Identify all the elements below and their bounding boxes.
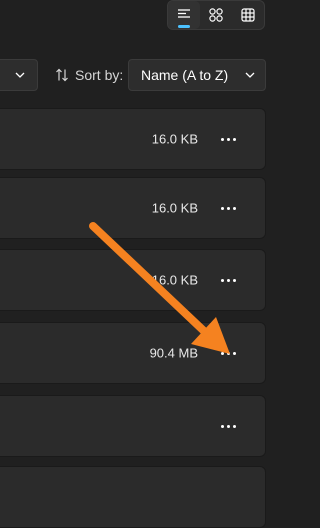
details-view-button[interactable]	[168, 1, 200, 29]
more-options-icon	[220, 278, 224, 282]
more-options-icon	[220, 424, 224, 428]
file-row[interactable]: 90.4 MB	[0, 322, 266, 384]
file-row[interactable]	[0, 466, 266, 528]
details-view-icon	[178, 9, 190, 18]
sort-value: Name (A to Z)	[141, 67, 229, 83]
tiles-view-button[interactable]	[200, 1, 232, 29]
chevron-down-icon	[15, 72, 25, 78]
chevron-down-icon	[245, 72, 255, 78]
more-options-button[interactable]	[213, 414, 243, 438]
grid-view-icon	[241, 8, 255, 22]
more-options-button[interactable]	[213, 341, 243, 365]
active-view-indicator	[178, 25, 190, 28]
sort-by-label: Sort by:	[55, 59, 123, 91]
filter-dropdown[interactable]	[0, 59, 38, 91]
file-row[interactable]: 16.0 KB	[0, 177, 266, 239]
more-options-icon	[220, 206, 224, 210]
more-options-button[interactable]	[213, 268, 243, 292]
file-size: 16.0 KB	[151, 272, 198, 288]
file-size: 16.0 KB	[151, 131, 198, 147]
tiles-view-icon	[209, 8, 223, 22]
file-row[interactable]	[0, 395, 266, 457]
file-size: 90.4 MB	[149, 345, 198, 361]
file-size: 16.0 KB	[151, 200, 198, 216]
more-options-button[interactable]	[213, 196, 243, 220]
sort-arrows-icon	[56, 68, 68, 82]
more-options-icon	[220, 351, 224, 355]
sort-by-text: Sort by:	[75, 67, 124, 83]
grid-view-button[interactable]	[232, 1, 264, 29]
sort-dropdown[interactable]: Name (A to Z)	[128, 59, 266, 91]
view-mode-toggle	[167, 0, 265, 30]
file-row[interactable]: 16.0 KB	[0, 108, 266, 170]
more-options-icon	[220, 137, 224, 141]
file-row[interactable]: 16.0 KB	[0, 249, 266, 311]
more-options-button[interactable]	[213, 127, 243, 151]
